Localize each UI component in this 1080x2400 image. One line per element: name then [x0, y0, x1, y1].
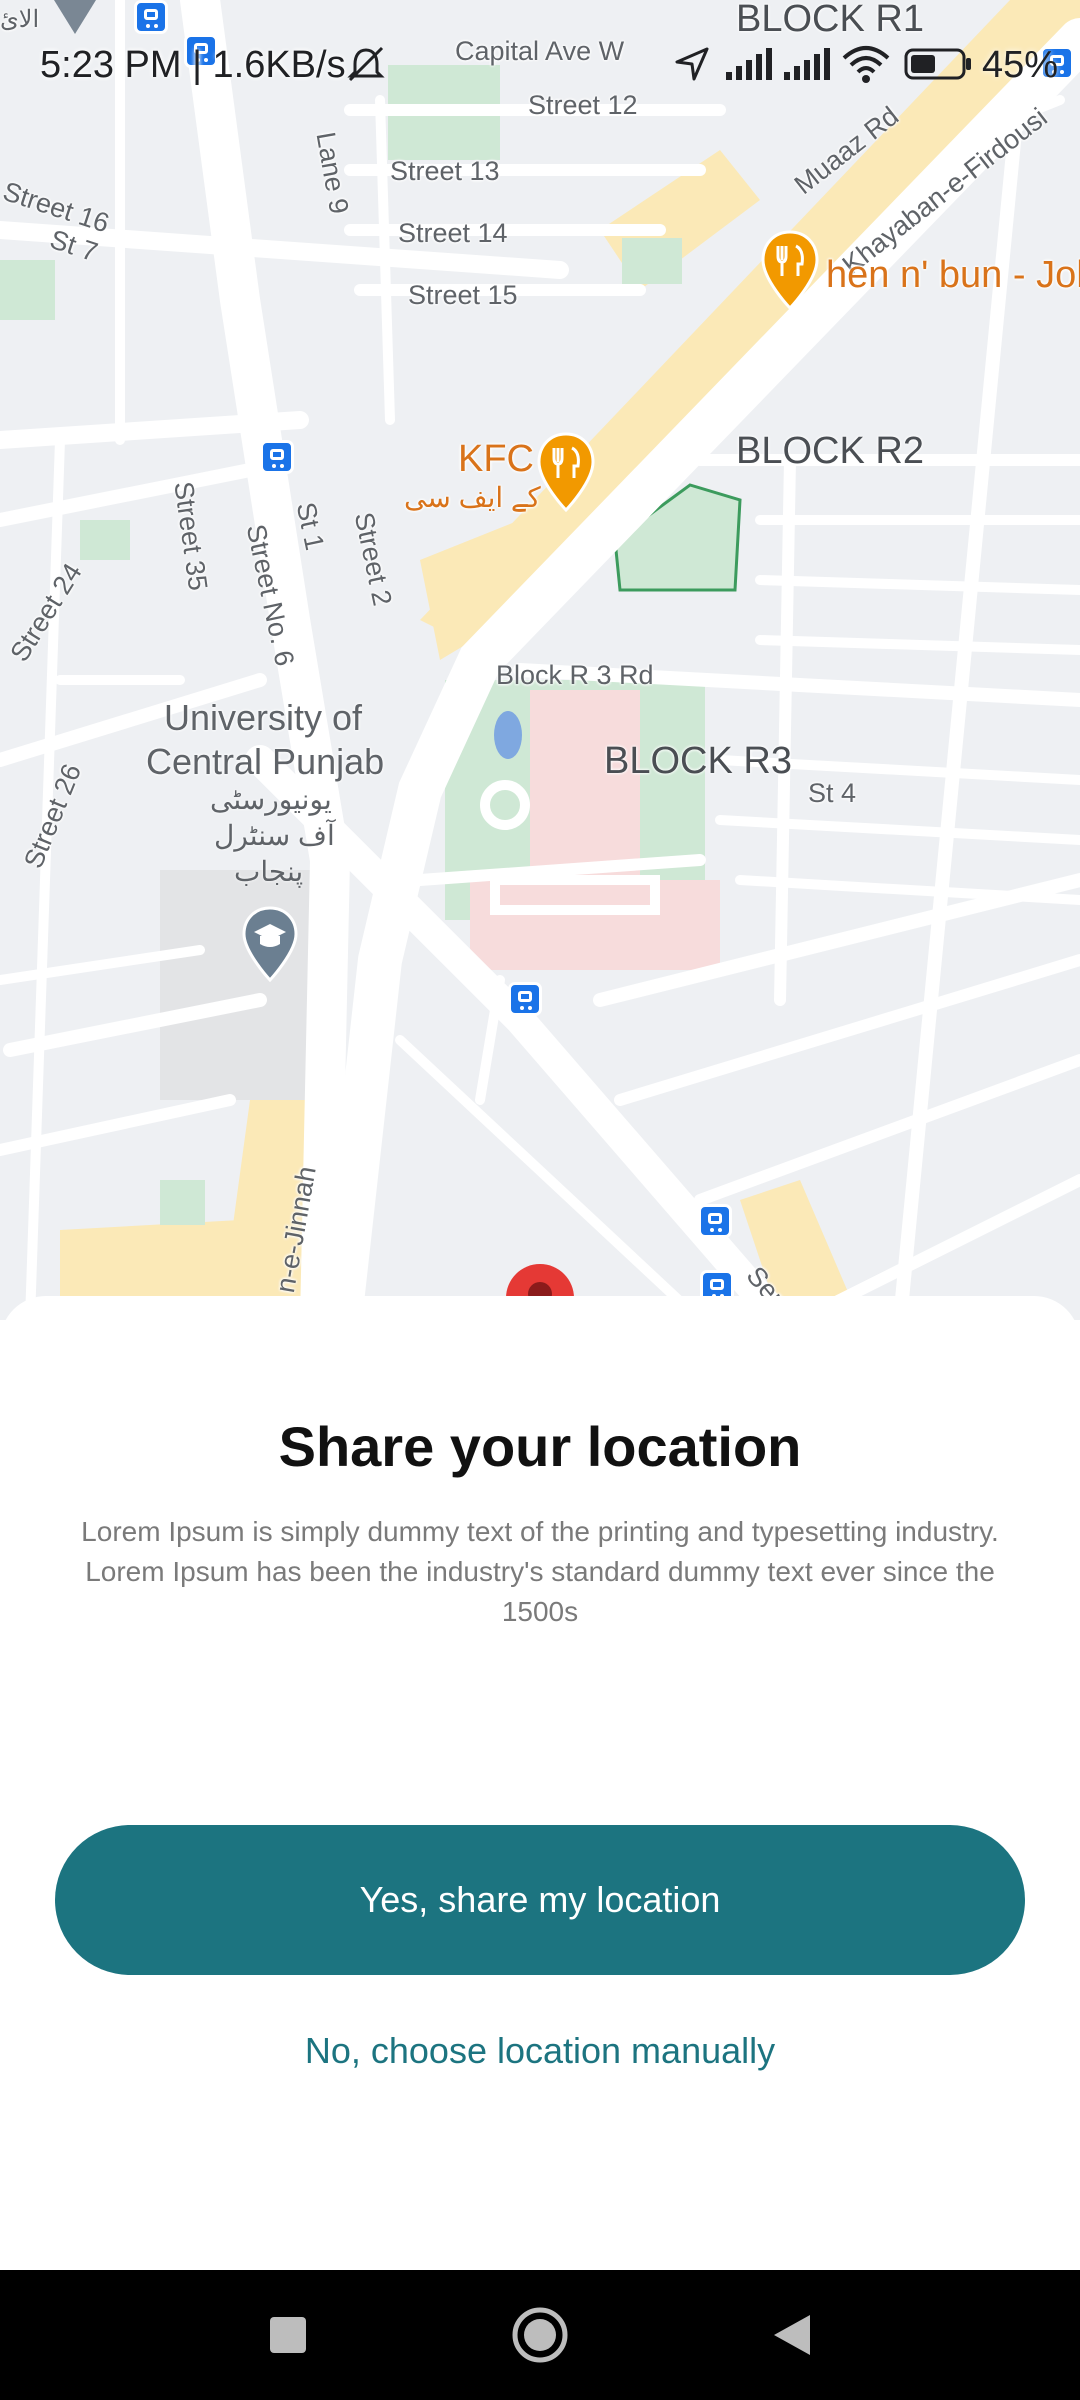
map-view[interactable]: Capital Ave W Street 12 Street 13 Street… [0, 0, 1080, 1320]
wifi-icon [842, 46, 890, 83]
map-label-kfc-urdu: کے ایف سی [404, 482, 541, 513]
share-location-sheet: Share your location Lorem Ipsum is simpl… [0, 1296, 1080, 2270]
map-label-street-15: Street 15 [408, 280, 518, 310]
signal-sim1-icon [726, 48, 772, 80]
map-label-block-r2: BLOCK R2 [736, 430, 924, 472]
map-label-street-13: Street 13 [390, 156, 500, 186]
map-label-ucp-line2: Central Punjab [146, 741, 385, 782]
bus-stop-icon[interactable] [698, 1204, 732, 1238]
restaurant-pin-icon[interactable] [760, 230, 820, 310]
map-label-block-r3-rd: Block R 3 Rd [496, 660, 654, 690]
signal-sim2-icon [784, 48, 830, 80]
bus-stop-icon[interactable] [508, 982, 542, 1016]
map-label-street-14: Street 14 [398, 218, 508, 248]
sheet-description: Lorem Ipsum is simply dummy text of the … [81, 1516, 999, 1627]
map-label-chicken-n-bun[interactable]: hen n' bun - Joh [826, 256, 1080, 294]
map-label-ucp-urdu2: آف سنٹرل [214, 820, 335, 851]
share-location-button[interactable]: Yes, share my location [55, 1825, 1025, 1975]
square-icon[interactable] [258, 2305, 318, 2365]
navigation-icon [675, 47, 709, 81]
status-time: 5:23 PM | 1.6KB/s [40, 44, 346, 86]
map-label-st-4: St 4 [808, 778, 857, 808]
map-label-block-r3: BLOCK R3 [604, 740, 792, 782]
map-label-ucp-line1: University of [164, 697, 363, 738]
sheet-title: Share your location [278, 1415, 802, 1478]
status-bar: 5:23 PM | 1.6KB/s 45% [0, 0, 1080, 130]
navigation-bar [0, 2270, 1080, 2400]
bell-muted-icon [347, 46, 385, 82]
university-pin-icon[interactable] [242, 906, 298, 982]
choose-manually-link[interactable]: No, choose location manually [240, 2016, 840, 2086]
map-label-ucp-urdu3: پنجاب [234, 856, 304, 887]
triangle-back-icon[interactable] [762, 2305, 822, 2365]
battery-percent: 45% [982, 44, 1059, 86]
battery-icon [904, 48, 971, 80]
map-label-ucp-urdu1: یونیورسٹی [210, 784, 332, 815]
bus-stop-icon[interactable] [260, 440, 294, 474]
kfc-pin-icon[interactable] [536, 432, 596, 512]
map-label-kfc[interactable]: KFC [458, 440, 534, 478]
circle-home-icon[interactable] [510, 2305, 570, 2365]
